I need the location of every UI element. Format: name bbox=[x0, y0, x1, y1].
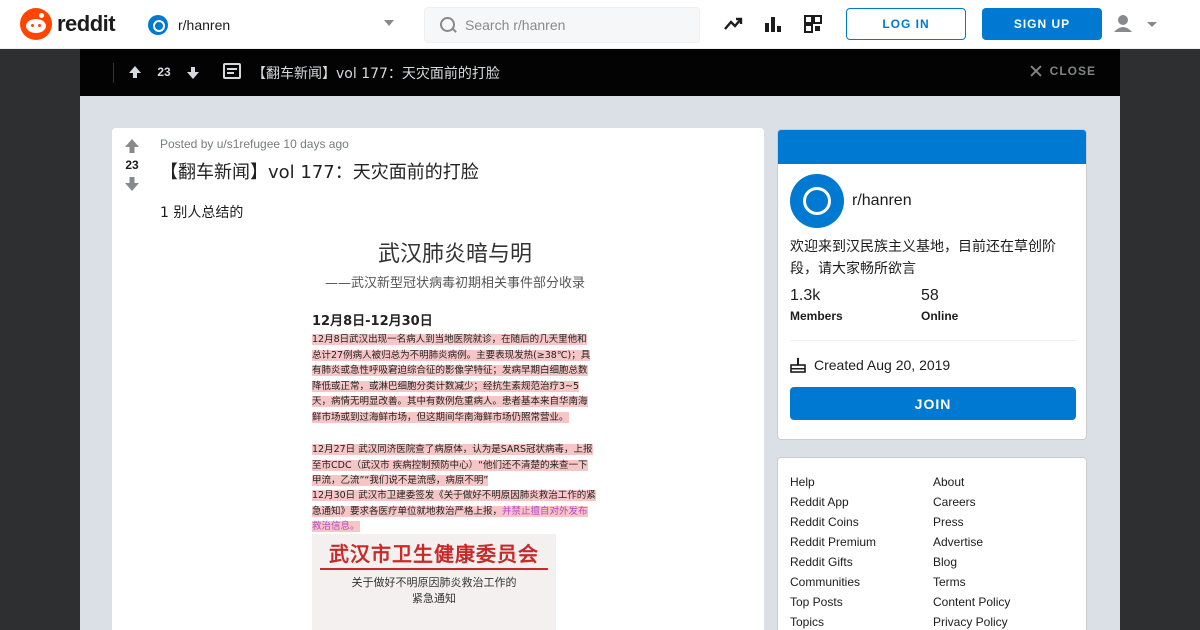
document-scan: 武汉市卫生健康委员会 关于做好不明原因肺炎救治工作的 紧急通知 bbox=[312, 534, 556, 630]
downvote-icon[interactable] bbox=[186, 66, 200, 80]
document-line: 关于做好不明原因肺炎救治工作的 bbox=[351, 576, 517, 589]
document-heading: 武汉市卫生健康委员会 bbox=[329, 542, 539, 566]
post-bar-title: 【翻车新闻】vol 177：天灾面前的打脸 bbox=[252, 66, 500, 82]
document-line: 紧急通知 bbox=[412, 592, 456, 605]
image-paragraph: 12月8日武汉出现一名病人到当地医院就诊，在随后的几天里他和总计27例病人被归总… bbox=[312, 332, 596, 425]
divider bbox=[113, 63, 114, 83]
footer-link[interactable]: Blog bbox=[933, 552, 1010, 572]
reddit-logo[interactable]: reddit bbox=[20, 8, 116, 40]
search-icon bbox=[439, 16, 457, 34]
logo-text: reddit bbox=[57, 11, 116, 36]
community-banner bbox=[778, 130, 1086, 164]
footer-link[interactable]: About bbox=[933, 472, 1010, 492]
footer-link[interactable]: Help bbox=[790, 472, 876, 492]
community-description: 欢迎来到汉民族主义基地，目前还在草创阶段，请大家畅所欲言 bbox=[790, 239, 1056, 277]
cake-icon bbox=[790, 357, 806, 373]
image-paragraph: 12月27日 武汉同济医院查了病原体，认为是SARS冠状病毒，上报至市CDC（武… bbox=[312, 442, 596, 489]
user-menu-button[interactable] bbox=[1112, 12, 1162, 36]
image-paragraph-text: 12月8日武汉出现一名病人到当地医院就诊，在随后的几天里他和总计27例病人被归总… bbox=[312, 334, 591, 423]
created-date: Created Aug 20, 2019 bbox=[790, 357, 950, 373]
image-subtitle: ——武汉新型冠状病毒初期相关事件部分收录 bbox=[324, 276, 585, 291]
footer-link[interactable]: Reddit Gifts bbox=[790, 552, 876, 572]
user-icon bbox=[1118, 15, 1128, 25]
footer-links-card: Help Reddit App Reddit Coins Reddit Prem… bbox=[777, 457, 1087, 630]
vote-column: 23 bbox=[112, 128, 152, 630]
image-paragraph: 12月30日 武汉市卫建委签发《关于做好不明原因肺炎救治工作的紧急通知》要求各医… bbox=[312, 488, 596, 535]
footer-link[interactable]: Press bbox=[933, 512, 1010, 532]
online-label: Online bbox=[921, 309, 959, 323]
chevron-down-icon bbox=[384, 20, 394, 26]
footer-links-right: About Careers Press Advertise Blog Terms… bbox=[933, 472, 1010, 630]
community-icon bbox=[148, 15, 168, 35]
image-paragraph-text: 12月27日 武汉同济医院查了病原体，认为是SARS冠状病毒，上报至市CDC（武… bbox=[312, 444, 593, 486]
post-body-text: 1 别人总结的 bbox=[160, 205, 244, 221]
coins-icon[interactable] bbox=[803, 14, 823, 34]
members-count: 1.3k bbox=[790, 287, 821, 304]
community-name[interactable]: r/hanren bbox=[852, 192, 912, 210]
community-name: r/hanren bbox=[178, 17, 231, 33]
online-stat: 58 Online bbox=[921, 287, 958, 323]
search-bar[interactable] bbox=[424, 7, 700, 43]
online-count: 58 bbox=[921, 287, 939, 304]
post-top-bar: 23 【翻车新闻】vol 177：天灾面前的打脸 CLOSE bbox=[80, 49, 1120, 96]
post-image[interactable]: 武汉肺炎暗与明 ——武汉新型冠状病毒初期相关事件部分收录 12月8日-12月30… bbox=[310, 232, 600, 630]
reddit-alien-icon bbox=[20, 8, 52, 40]
document-rule bbox=[320, 568, 548, 570]
footer-link[interactable]: Reddit Premium bbox=[790, 532, 876, 552]
community-avatar[interactable] bbox=[790, 174, 844, 228]
search-input[interactable] bbox=[465, 17, 695, 33]
community-selector[interactable]: r/hanren bbox=[148, 12, 400, 38]
close-button[interactable]: CLOSE bbox=[1030, 64, 1096, 78]
footer-links-left: Help Reddit App Reddit Coins Reddit Prem… bbox=[790, 472, 876, 630]
content-area: 23 Posted by u/s1refugee 10 days ago 【翻车… bbox=[80, 96, 1120, 630]
footer-link[interactable]: Top Posts bbox=[790, 592, 876, 612]
footer-link[interactable]: Careers bbox=[933, 492, 1010, 512]
post-card: 23 Posted by u/s1refugee 10 days ago 【翻车… bbox=[112, 128, 764, 630]
footer-link[interactable]: Reddit App bbox=[790, 492, 876, 512]
footer-link[interactable]: Privacy Policy bbox=[933, 612, 1010, 630]
upvote-icon[interactable] bbox=[124, 138, 140, 154]
signup-button[interactable]: SIGN UP bbox=[982, 8, 1102, 40]
trending-icon[interactable] bbox=[723, 14, 743, 34]
members-stat: 1.3k Members bbox=[790, 287, 843, 323]
footer-link[interactable]: Advertise bbox=[933, 532, 1010, 552]
post-meta: Posted by u/s1refugee 10 days ago bbox=[160, 137, 349, 151]
leaderboard-icon[interactable] bbox=[763, 14, 783, 34]
close-label: CLOSE bbox=[1049, 64, 1096, 78]
footer-link[interactable]: Content Policy bbox=[933, 592, 1010, 612]
downvote-icon[interactable] bbox=[124, 176, 140, 192]
comment-icon bbox=[223, 63, 241, 79]
members-label: Members bbox=[790, 309, 843, 323]
divider bbox=[790, 340, 1076, 341]
vote-count: 23 bbox=[157, 65, 171, 79]
upvote-icon[interactable] bbox=[128, 65, 142, 79]
image-title: 武汉肺炎暗与明 bbox=[377, 242, 532, 267]
post-vote-count: 23 bbox=[125, 158, 139, 172]
image-date-range: 12月8日-12月30日 bbox=[312, 314, 433, 329]
footer-link[interactable]: Communities bbox=[790, 572, 876, 592]
footer-link[interactable]: Terms bbox=[933, 572, 1010, 592]
about-community-card: r/hanren 欢迎来到汉民族主义基地，目前还在草创阶段，请大家畅所欲言 1.… bbox=[777, 129, 1087, 440]
post-title[interactable]: 【翻车新闻】vol 177：天灾面前的打脸 bbox=[160, 158, 479, 184]
top-header: reddit r/hanren LOG IN SIGN UP bbox=[0, 0, 1200, 49]
join-button[interactable]: JOIN bbox=[790, 387, 1076, 420]
created-text: Created Aug 20, 2019 bbox=[814, 357, 951, 373]
close-icon bbox=[1030, 65, 1042, 77]
footer-link[interactable]: Reddit Coins bbox=[790, 512, 876, 532]
chevron-down-icon bbox=[1147, 22, 1157, 27]
login-button[interactable]: LOG IN bbox=[846, 8, 966, 40]
footer-link[interactable]: Topics bbox=[790, 612, 876, 630]
